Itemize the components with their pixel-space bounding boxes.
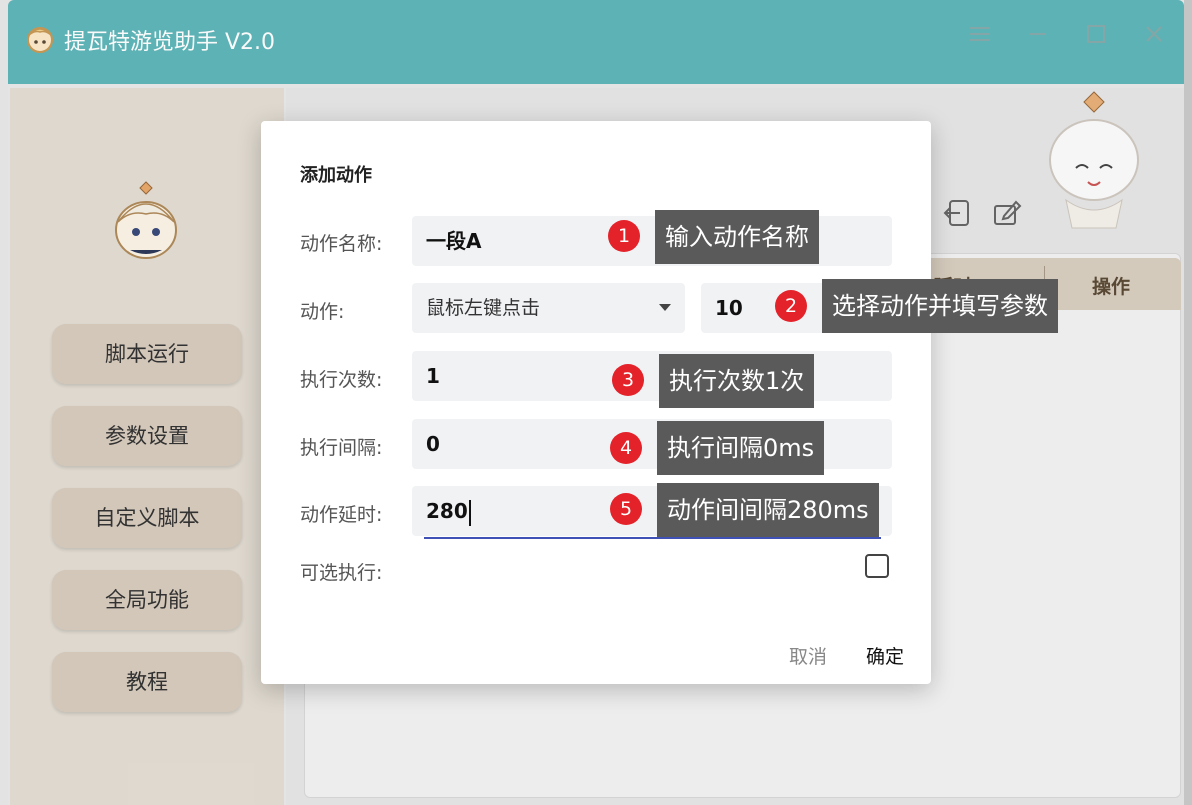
annotation-tip-4: 执行间隔0ms [657,421,825,475]
exec-count-label: 执行次数: [300,369,383,391]
optional-exec-label: 可选执行: [300,562,383,584]
action-label: 动作: [300,301,345,323]
annotation-tip-1: 输入动作名称 [655,210,819,264]
annotation-badge-3: 3 [612,364,644,396]
ok-button[interactable]: 确定 [866,642,904,669]
add-action-dialog: 添加动作 动作名称: 一段A 动作: 鼠标左键点击 10 执行次数: 1 执行间… [261,121,931,684]
annotation-badge-2: 2 [775,290,807,322]
dialog-title: 添加动作 [300,165,372,186]
focus-underline [424,537,881,539]
chevron-down-icon [659,304,671,311]
action-delay-label: 动作延时: [300,504,383,526]
action-name-input[interactable]: 一段A [412,216,892,266]
exec-interval-label: 执行间隔: [300,437,383,459]
annotation-tip-3: 执行次数1次 [659,354,815,408]
action-select-value: 鼠标左键点击 [426,297,541,319]
annotation-tip-2: 选择动作并填写参数 [822,279,1058,333]
annotation-badge-5: 5 [610,493,642,525]
text-cursor [468,499,471,526]
action-delay-value: 280 [426,499,468,523]
action-name-label: 动作名称: [300,233,383,255]
annotation-badge-4: 4 [610,432,642,464]
cancel-button[interactable]: 取消 [789,642,827,669]
annotation-tip-5: 动作间间隔280ms [657,483,879,537]
action-select[interactable]: 鼠标左键点击 [412,283,685,333]
optional-exec-checkbox[interactable] [865,554,889,578]
exec-count-input[interactable]: 1 [412,351,892,401]
annotation-badge-1: 1 [608,220,640,252]
